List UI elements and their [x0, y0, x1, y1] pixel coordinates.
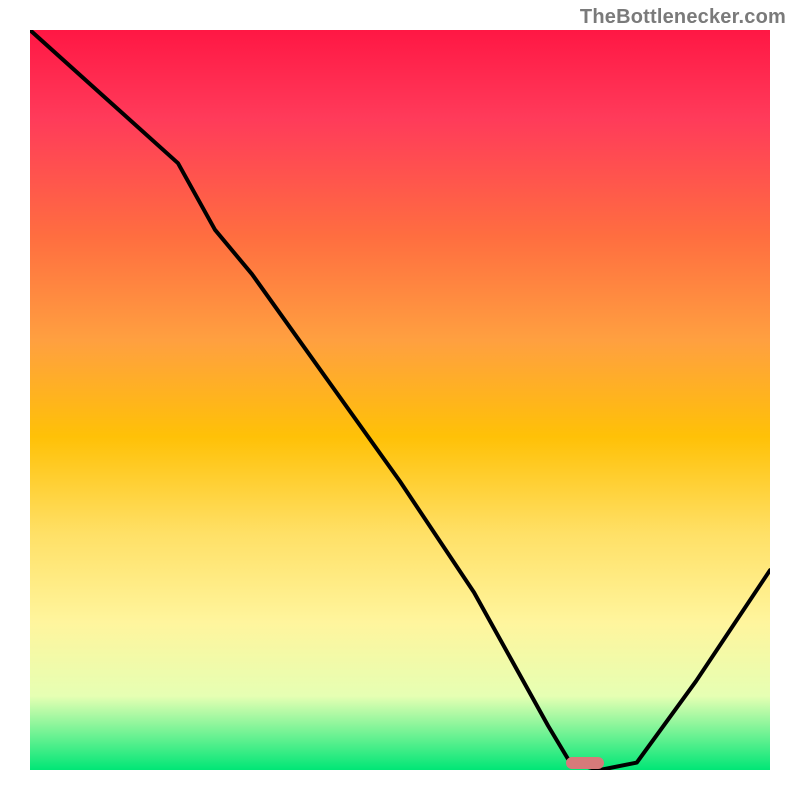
- curve-line: [30, 30, 770, 770]
- bottleneck-curve: [30, 30, 770, 770]
- chart-area: [30, 30, 770, 770]
- optimum-marker: [566, 757, 604, 769]
- watermark-text: TheBottlenecker.com: [580, 6, 786, 29]
